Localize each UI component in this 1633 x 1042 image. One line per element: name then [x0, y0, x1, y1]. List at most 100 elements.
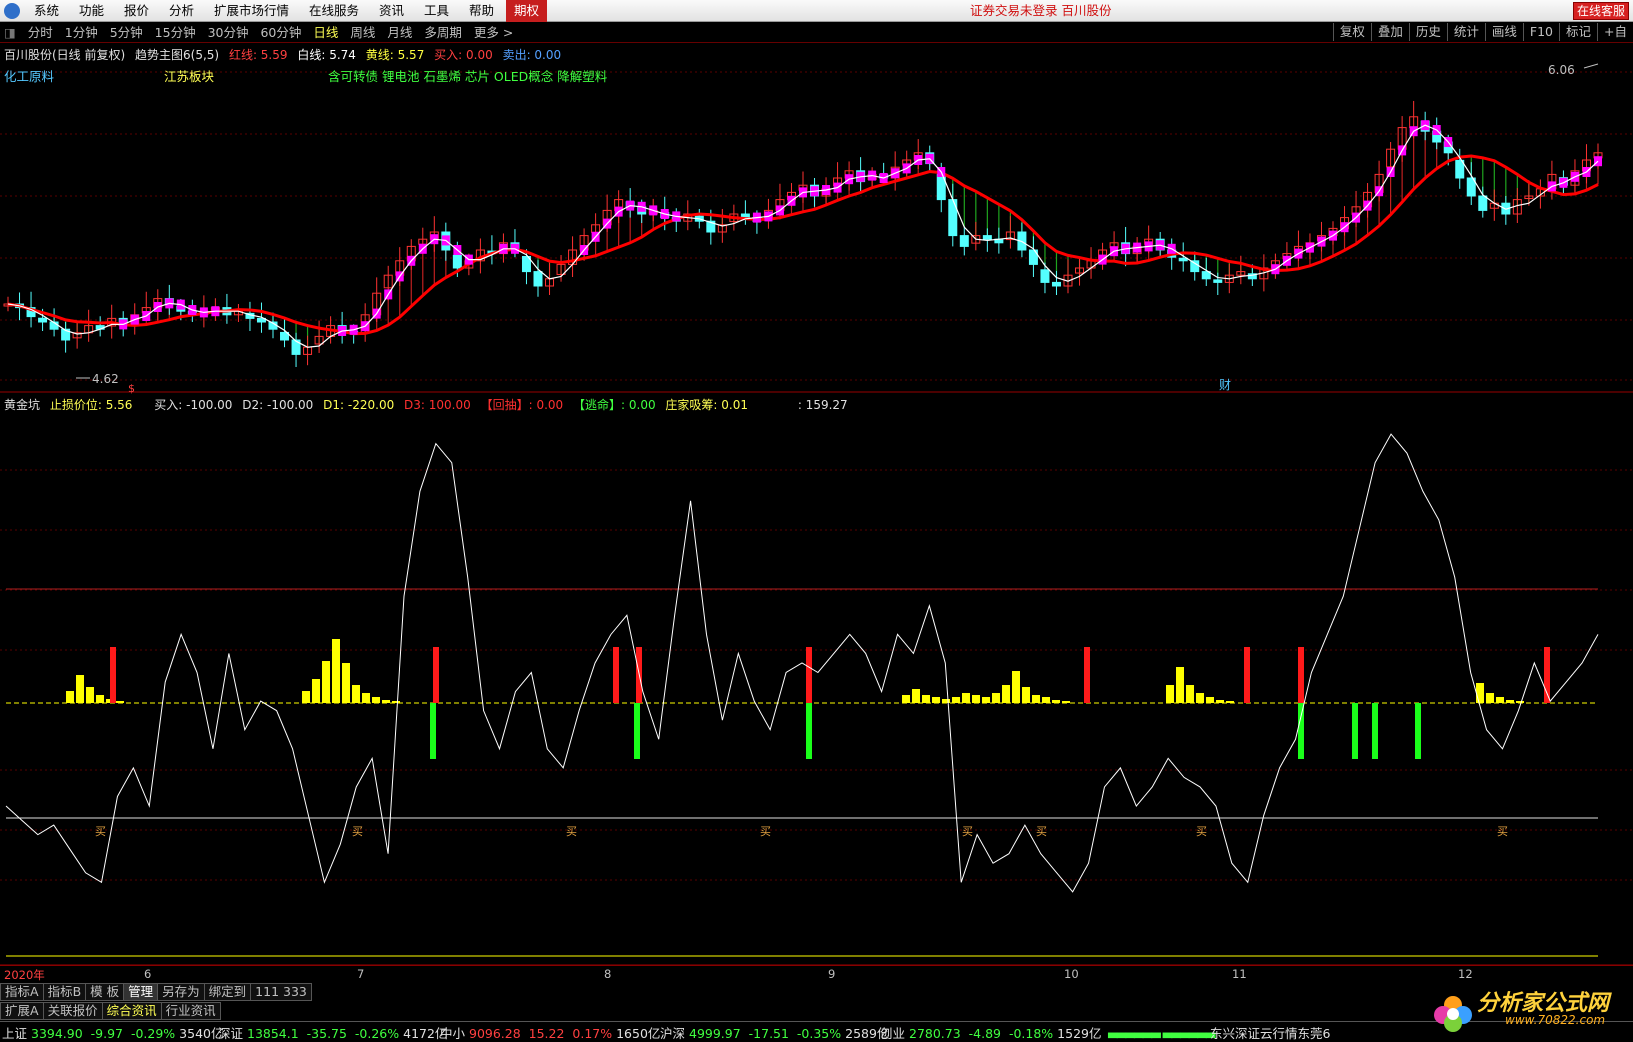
absorb-bar [1062, 701, 1070, 703]
tab-save-as[interactable]: 另存为 [157, 983, 205, 1001]
absorb-bar [992, 693, 1000, 703]
white-line [7, 124, 1599, 348]
absorb-bar [96, 695, 104, 703]
pullback-bar [1244, 647, 1250, 703]
ticker-hs300[interactable]: 沪深 4999.97 -17.51 -0.35% 2589亿 [660, 1023, 889, 1042]
ticker-shanghai[interactable]: 上证 3394.90 -9.97 -0.29% 3540亿 [2, 1023, 223, 1042]
d3-value: D3: 100.00 [404, 398, 471, 412]
buy-signal-label: 买 [566, 825, 577, 838]
absorb-bar [902, 695, 910, 703]
ticker-smallcap[interactable]: 中小 9096.28 15.22 0.17% 1650亿 [440, 1023, 660, 1042]
escape-bar [430, 703, 436, 759]
escape-bar [1352, 703, 1358, 759]
escape-bar [806, 703, 812, 759]
candle-body [1213, 279, 1223, 283]
sub-indicator-name[interactable]: 黄金坑 [4, 398, 40, 412]
indicator-tabs: 指标A 指标B 模 板管理 另存为 绑定到 111 333 [0, 983, 312, 1001]
tab-related-quote[interactable]: 关联报价 [42, 1002, 103, 1020]
candle-body [1178, 257, 1188, 262]
escape-bar [1415, 703, 1421, 759]
ticker-shenzhen[interactable]: 深证 13854.1 -35.75 -0.26% 4172亿 [218, 1023, 447, 1042]
buy-signal-label: 买 [962, 825, 973, 838]
absorb-bar [932, 697, 940, 703]
absorb-bar [312, 679, 320, 703]
tab-extend-a[interactable]: 扩展A [0, 1002, 44, 1020]
brand-logo: 分析家公式网 www.70822.com [1423, 985, 1633, 1039]
tab-general-news[interactable]: 综合资讯 [101, 1002, 162, 1020]
pullback-bar [1084, 647, 1090, 703]
brand-url: www.70822.com [1505, 1013, 1606, 1027]
absorb-bar [922, 695, 930, 703]
absorb-bar [1022, 687, 1030, 703]
date-month-12: 12 [1458, 967, 1473, 981]
absorb-bar [66, 691, 74, 703]
tab-indicator-b[interactable]: 指标B [42, 983, 87, 1001]
buy-signal-label: 买 [95, 825, 106, 838]
tail-value: : 159.27 [797, 398, 848, 412]
tab-params[interactable]: 111 333 [250, 983, 312, 1001]
absorb-value: 庄家吸筹: 0.01 [665, 398, 748, 412]
date-month-9: 9 [828, 967, 836, 981]
tab-template[interactable]: 模 板 [85, 983, 125, 1001]
date-year: 2020年 [4, 968, 45, 982]
absorb-bar [1196, 693, 1204, 703]
info-tabs: 扩展A 关联报价 综合资讯 行业资讯 [0, 1002, 221, 1020]
candle-body [1051, 281, 1061, 287]
absorb-bar [1176, 667, 1184, 703]
absorb-bar [392, 701, 400, 703]
red-line-value: 红线: 5.59 [228, 48, 288, 62]
absorb-bar [1002, 685, 1010, 703]
tab-manage[interactable]: 管理 [123, 983, 159, 1001]
absorb-bar [1216, 700, 1224, 703]
buy-signal-label: 买 [352, 825, 363, 838]
absorb-bar [1206, 697, 1214, 703]
tab-bind-to[interactable]: 绑定到 [203, 983, 252, 1001]
index-ticker: 上证 3394.90 -9.97 -0.29% 3540亿 深证 13854.1… [0, 1021, 1633, 1042]
date-month-7: 7 [357, 967, 365, 981]
absorb-bar [322, 661, 330, 703]
main-indicator-name[interactable]: 趋势主图6(5,5) [135, 48, 219, 62]
absorb-bar [372, 697, 380, 703]
absorb-bar [982, 697, 990, 703]
pullback-bar [613, 647, 619, 703]
sub-buy-value: 买入: -100.00 [154, 398, 233, 412]
absorb-bar [962, 693, 970, 703]
date-month-6: 6 [144, 967, 152, 981]
chart-canvas[interactable]: 6.06 4.62 财 $ 买 买 买 买 买 买 买 买 [0, 0, 1633, 1039]
candle-body [1040, 269, 1050, 283]
absorb-bar [332, 639, 340, 703]
absorb-bar [342, 663, 350, 703]
candle-body [38, 317, 48, 323]
buy-signal-label: 买 [760, 825, 771, 838]
sector-block-2[interactable]: 江苏板块 [164, 66, 214, 85]
server-name[interactable]: 东兴深证云行情东莞6 [1210, 1023, 1330, 1042]
sell-value: 卖出: 0.00 [502, 48, 562, 62]
absorb-bar [1516, 701, 1524, 703]
tab-industry-news[interactable]: 行业资讯 [160, 1002, 221, 1020]
d2-value: D2: -100.00 [242, 398, 314, 412]
finance-marker: 财 [1219, 378, 1231, 392]
absorb-bar [1496, 697, 1504, 703]
absorb-bar [382, 700, 390, 703]
absorb-bar [952, 697, 960, 703]
market-breadth-icon: ▃▃▃▃▃▃ ▃▃▃▃▃▃ [1108, 1023, 1215, 1038]
ticker-chinext[interactable]: 创业 2780.73 -4.89 -0.18% 1529亿 [880, 1023, 1101, 1042]
absorb-bar [1506, 700, 1514, 703]
candle-body [1190, 260, 1200, 273]
absorb-bar [1032, 695, 1040, 703]
concept-blocks[interactable]: 含可转债 锂电池 石墨烯 芯片 OLED概念 降解塑料 [328, 66, 607, 85]
absorb-bar [1042, 697, 1050, 703]
sub-chart-header: 黄金坑 止损价位: 5.56 买入: -100.00 D2: -100.00 D… [4, 396, 854, 413]
stop-price-value: 止损价位: 5.56 [49, 398, 133, 412]
pullback-bar [110, 647, 116, 703]
escape-bar [1372, 703, 1378, 759]
sector-block-1[interactable]: 化工原料 [4, 66, 54, 85]
tab-indicator-a[interactable]: 指标A [0, 983, 44, 1001]
absorb-bar [116, 701, 124, 703]
absorb-bar [1486, 693, 1494, 703]
buy-signal-label: 买 [1497, 825, 1508, 838]
candle-body [1478, 195, 1488, 211]
absorb-bar [912, 689, 920, 703]
absorb-bar [1476, 683, 1484, 703]
high-price-label: 6.06 [1548, 63, 1575, 77]
